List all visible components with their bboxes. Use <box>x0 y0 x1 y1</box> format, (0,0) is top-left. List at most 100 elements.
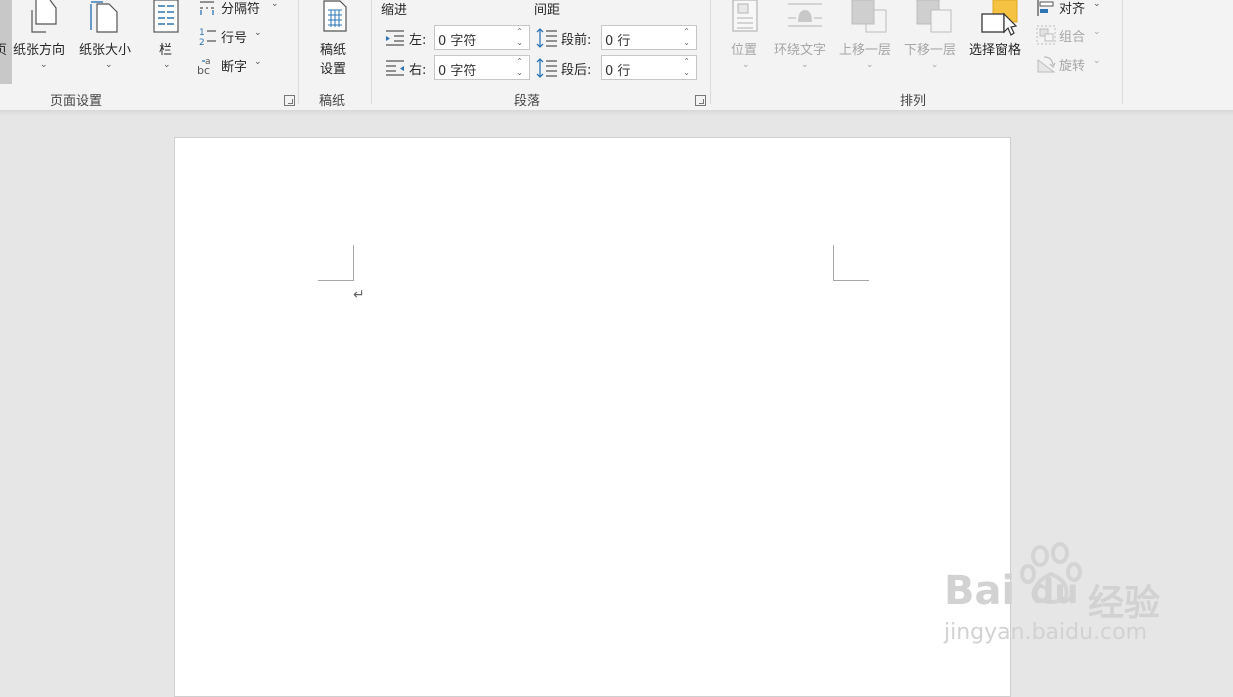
columns-label: 栏 <box>159 43 173 58</box>
chevron-down-icon: ⌄ <box>931 60 939 70</box>
spacing-after-value: 0 行 <box>605 64 631 79</box>
chevron-down-icon: ⌄ <box>40 60 48 70</box>
top-right-margin-marker <box>833 245 869 281</box>
arrange-group-label: 排列 <box>900 94 927 109</box>
indent-right-label: 右: <box>409 63 427 78</box>
selection-pane-button[interactable]: 选择窗格 <box>968 0 1032 84</box>
paragraph-dialog-launcher-icon[interactable] <box>695 95 706 106</box>
chevron-down-icon: ⌄ <box>163 60 171 70</box>
chevron-down-icon: ⌄ <box>254 28 262 38</box>
paragraph-group-label: 段落 <box>514 94 541 109</box>
ribbon: 页 纸张方向 ⌄ 纸张大小 ⌄ 栏 ⌄ 分隔符 ⌄ 1 2 行号 ⌄ a bc … <box>0 0 1233 111</box>
bring-forward-button[interactable]: 上移一层 ⌄ <box>838 0 902 84</box>
manuscript-group-label: 稿纸 <box>319 94 346 109</box>
columns-icon <box>153 0 179 33</box>
position-icon <box>732 0 758 32</box>
columns-button[interactable]: 栏 ⌄ <box>148 0 184 84</box>
watermark-brand-tail: du <box>1030 572 1079 612</box>
indent-left-value: 0 字符 <box>438 34 477 49</box>
top-left-margin-marker <box>318 245 354 281</box>
orientation-button[interactable]: 纸张方向 ⌄ <box>12 0 76 84</box>
spacing-before-value: 0 行 <box>605 34 631 49</box>
svg-text:bc: bc <box>197 64 210 77</box>
orientation-label: 纸张方向 <box>13 43 66 58</box>
watermark-url: jingyan.baidu.com <box>944 620 1148 645</box>
manuscript-label-line1: 稿纸 <box>320 43 347 58</box>
chevron-down-icon: ⌄ <box>254 57 262 67</box>
size-label: 纸张大小 <box>79 43 132 58</box>
group-separator <box>710 0 711 104</box>
indent-header: 缩进 <box>381 3 408 18</box>
group-separator <box>298 0 299 104</box>
hyphenation-label: 断字 <box>221 60 248 75</box>
page-setup-group-label: 页面设置 <box>50 94 103 109</box>
wrap-text-button[interactable]: 环绕文字 ⌄ <box>773 0 837 84</box>
bring-forward-label: 上移一层 <box>839 43 892 58</box>
spin-up-icon[interactable]: ⌃ <box>683 28 690 36</box>
watermark-brand: Bai <box>944 568 1016 614</box>
line-numbers-button[interactable]: 1 2 行号 ⌄ <box>196 26 276 48</box>
spin-down-icon[interactable]: ⌄ <box>683 69 690 77</box>
size-button[interactable]: 纸张大小 ⌄ <box>77 0 141 84</box>
align-icon <box>1037 0 1054 16</box>
send-backward-button[interactable]: 下移一层 ⌄ <box>903 0 967 84</box>
spin-down-icon[interactable]: ⌄ <box>516 39 523 47</box>
orientation-icon <box>31 0 57 33</box>
rotate-icon <box>1037 56 1056 73</box>
svg-text:2: 2 <box>199 38 205 46</box>
indent-right-input[interactable]: 0 字符 ⌃ ⌄ <box>434 55 530 80</box>
spin-up-icon[interactable]: ⌃ <box>516 58 523 66</box>
selection-pane-icon <box>981 0 1018 36</box>
chevron-down-icon: ⌄ <box>1093 56 1101 66</box>
bring-forward-icon <box>851 0 887 33</box>
align-button[interactable]: 对齐 ⌄ <box>1035 0 1115 18</box>
chevron-down-icon: ⌄ <box>1093 0 1101 9</box>
partial-button-label: 页 <box>0 43 8 58</box>
breaks-button[interactable]: 分隔符 ⌄ <box>196 0 286 18</box>
page-setup-dialog-launcher-icon[interactable] <box>284 95 295 106</box>
watermark-cn: 经验 <box>1088 583 1161 624</box>
selection-pane-label: 选择窗格 <box>969 43 1022 58</box>
indent-left-input[interactable]: 0 字符 ⌃ ⌄ <box>434 25 530 50</box>
spin-down-icon[interactable]: ⌄ <box>683 39 690 47</box>
spin-down-icon[interactable]: ⌄ <box>516 69 523 77</box>
position-button[interactable]: 位置 ⌄ <box>722 0 770 84</box>
rotate-label: 旋转 <box>1059 59 1086 74</box>
group-objects-button[interactable]: 组合 ⌄ <box>1035 25 1115 47</box>
group-separator <box>1122 0 1123 104</box>
wrap-text-label: 环绕文字 <box>774 43 827 58</box>
indent-right-icon <box>386 60 404 76</box>
spacing-after-label: 段后: <box>561 63 592 78</box>
paragraph-mark[interactable]: ↵ <box>353 287 365 303</box>
spacing-after-icon <box>536 58 557 78</box>
position-label: 位置 <box>731 43 758 58</box>
spacing-header: 间距 <box>534 3 561 18</box>
indent-left-label: 左: <box>409 33 427 48</box>
chevron-down-icon: ⌄ <box>105 60 113 70</box>
chevron-down-icon: ⌄ <box>801 60 809 70</box>
ribbon-shadow <box>0 110 1233 116</box>
manuscript-settings-button[interactable]: 稿纸 设置 <box>310 0 360 84</box>
group-objects-icon <box>1036 25 1056 45</box>
spacing-before-input[interactable]: 0 行 ⌃ ⌄ <box>601 25 697 50</box>
chevron-down-icon: ⌄ <box>866 60 874 70</box>
manuscript-label-line2: 设置 <box>320 62 347 77</box>
align-label: 对齐 <box>1059 2 1086 17</box>
chevron-down-icon: ⌄ <box>271 0 279 9</box>
line-numbers-label: 行号 <box>221 31 248 46</box>
document-page[interactable]: ↵ <box>174 137 1011 697</box>
baidu-watermark: Bai du 经验 jingyan.baidu.com <box>940 540 1190 650</box>
line-numbers-icon: 1 2 <box>199 28 216 46</box>
hyphenation-icon: a bc <box>197 57 211 77</box>
paper-size-icon <box>90 1 118 33</box>
hyphenation-button[interactable]: a bc 断字 ⌄ <box>196 55 276 77</box>
partial-left-button[interactable]: 页 <box>0 0 12 84</box>
send-backward-label: 下移一层 <box>904 43 957 58</box>
chevron-down-icon: ⌄ <box>742 60 750 70</box>
svg-text:1: 1 <box>199 28 205 38</box>
spacing-after-input[interactable]: 0 行 ⌃ ⌄ <box>601 55 697 80</box>
spin-up-icon[interactable]: ⌃ <box>683 58 690 66</box>
chevron-down-icon: ⌄ <box>1093 27 1101 37</box>
spin-up-icon[interactable]: ⌃ <box>516 28 523 36</box>
rotate-button[interactable]: 旋转 ⌄ <box>1035 54 1115 76</box>
